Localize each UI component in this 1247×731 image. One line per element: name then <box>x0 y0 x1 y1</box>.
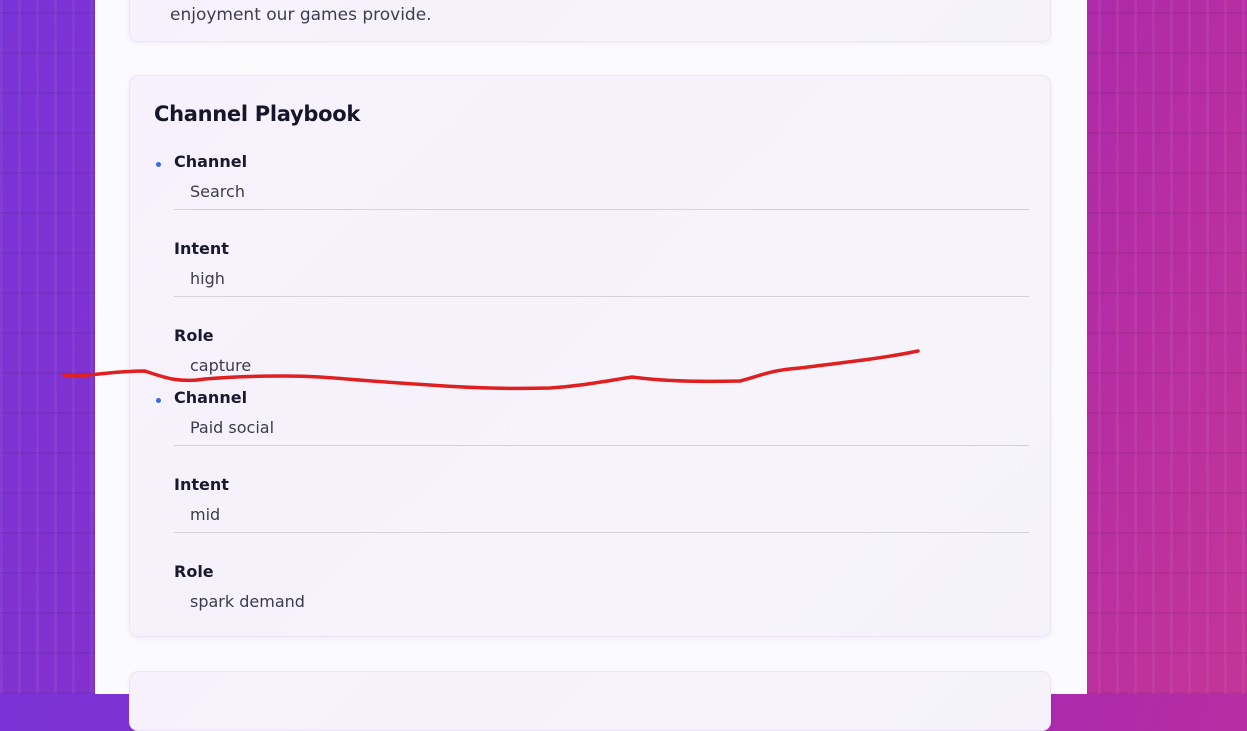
bullet-icon <box>156 162 161 167</box>
channel-playbook-card: Channel Playbook Channel Search Intent h… <box>129 75 1051 637</box>
field-label: Channel <box>174 388 248 407</box>
divider <box>174 532 1029 533</box>
field-value: Search <box>190 182 245 201</box>
next-card <box>129 671 1051 731</box>
field-label: Intent <box>174 239 229 258</box>
field-value: capture <box>190 356 252 375</box>
field-value: Paid social <box>190 418 275 437</box>
field-intent: Intent mid <box>174 475 1029 562</box>
field-channel: Channel Search <box>174 152 1029 239</box>
field-label: Intent <box>174 475 229 494</box>
field-channel: Channel Paid social <box>174 388 1029 475</box>
field-value: spark demand <box>190 592 305 611</box>
field-value: mid <box>190 505 221 524</box>
field-label: Role <box>174 326 214 345</box>
bullet-icon <box>156 398 161 403</box>
field-label: Channel <box>174 152 248 171</box>
field-label: Role <box>174 562 214 581</box>
field-value: high <box>190 269 225 288</box>
content-column: enjoyment our games provide. Channel Pla… <box>95 0 1087 731</box>
divider <box>174 296 1029 297</box>
card-title: Channel Playbook <box>154 102 361 126</box>
intro-card: enjoyment our games provide. <box>129 0 1051 42</box>
intro-card-text: enjoyment our games provide. <box>170 5 432 25</box>
divider <box>174 209 1029 210</box>
field-intent: Intent high <box>174 239 1029 326</box>
field-role: Role spark demand <box>174 562 1029 649</box>
divider <box>174 445 1029 446</box>
